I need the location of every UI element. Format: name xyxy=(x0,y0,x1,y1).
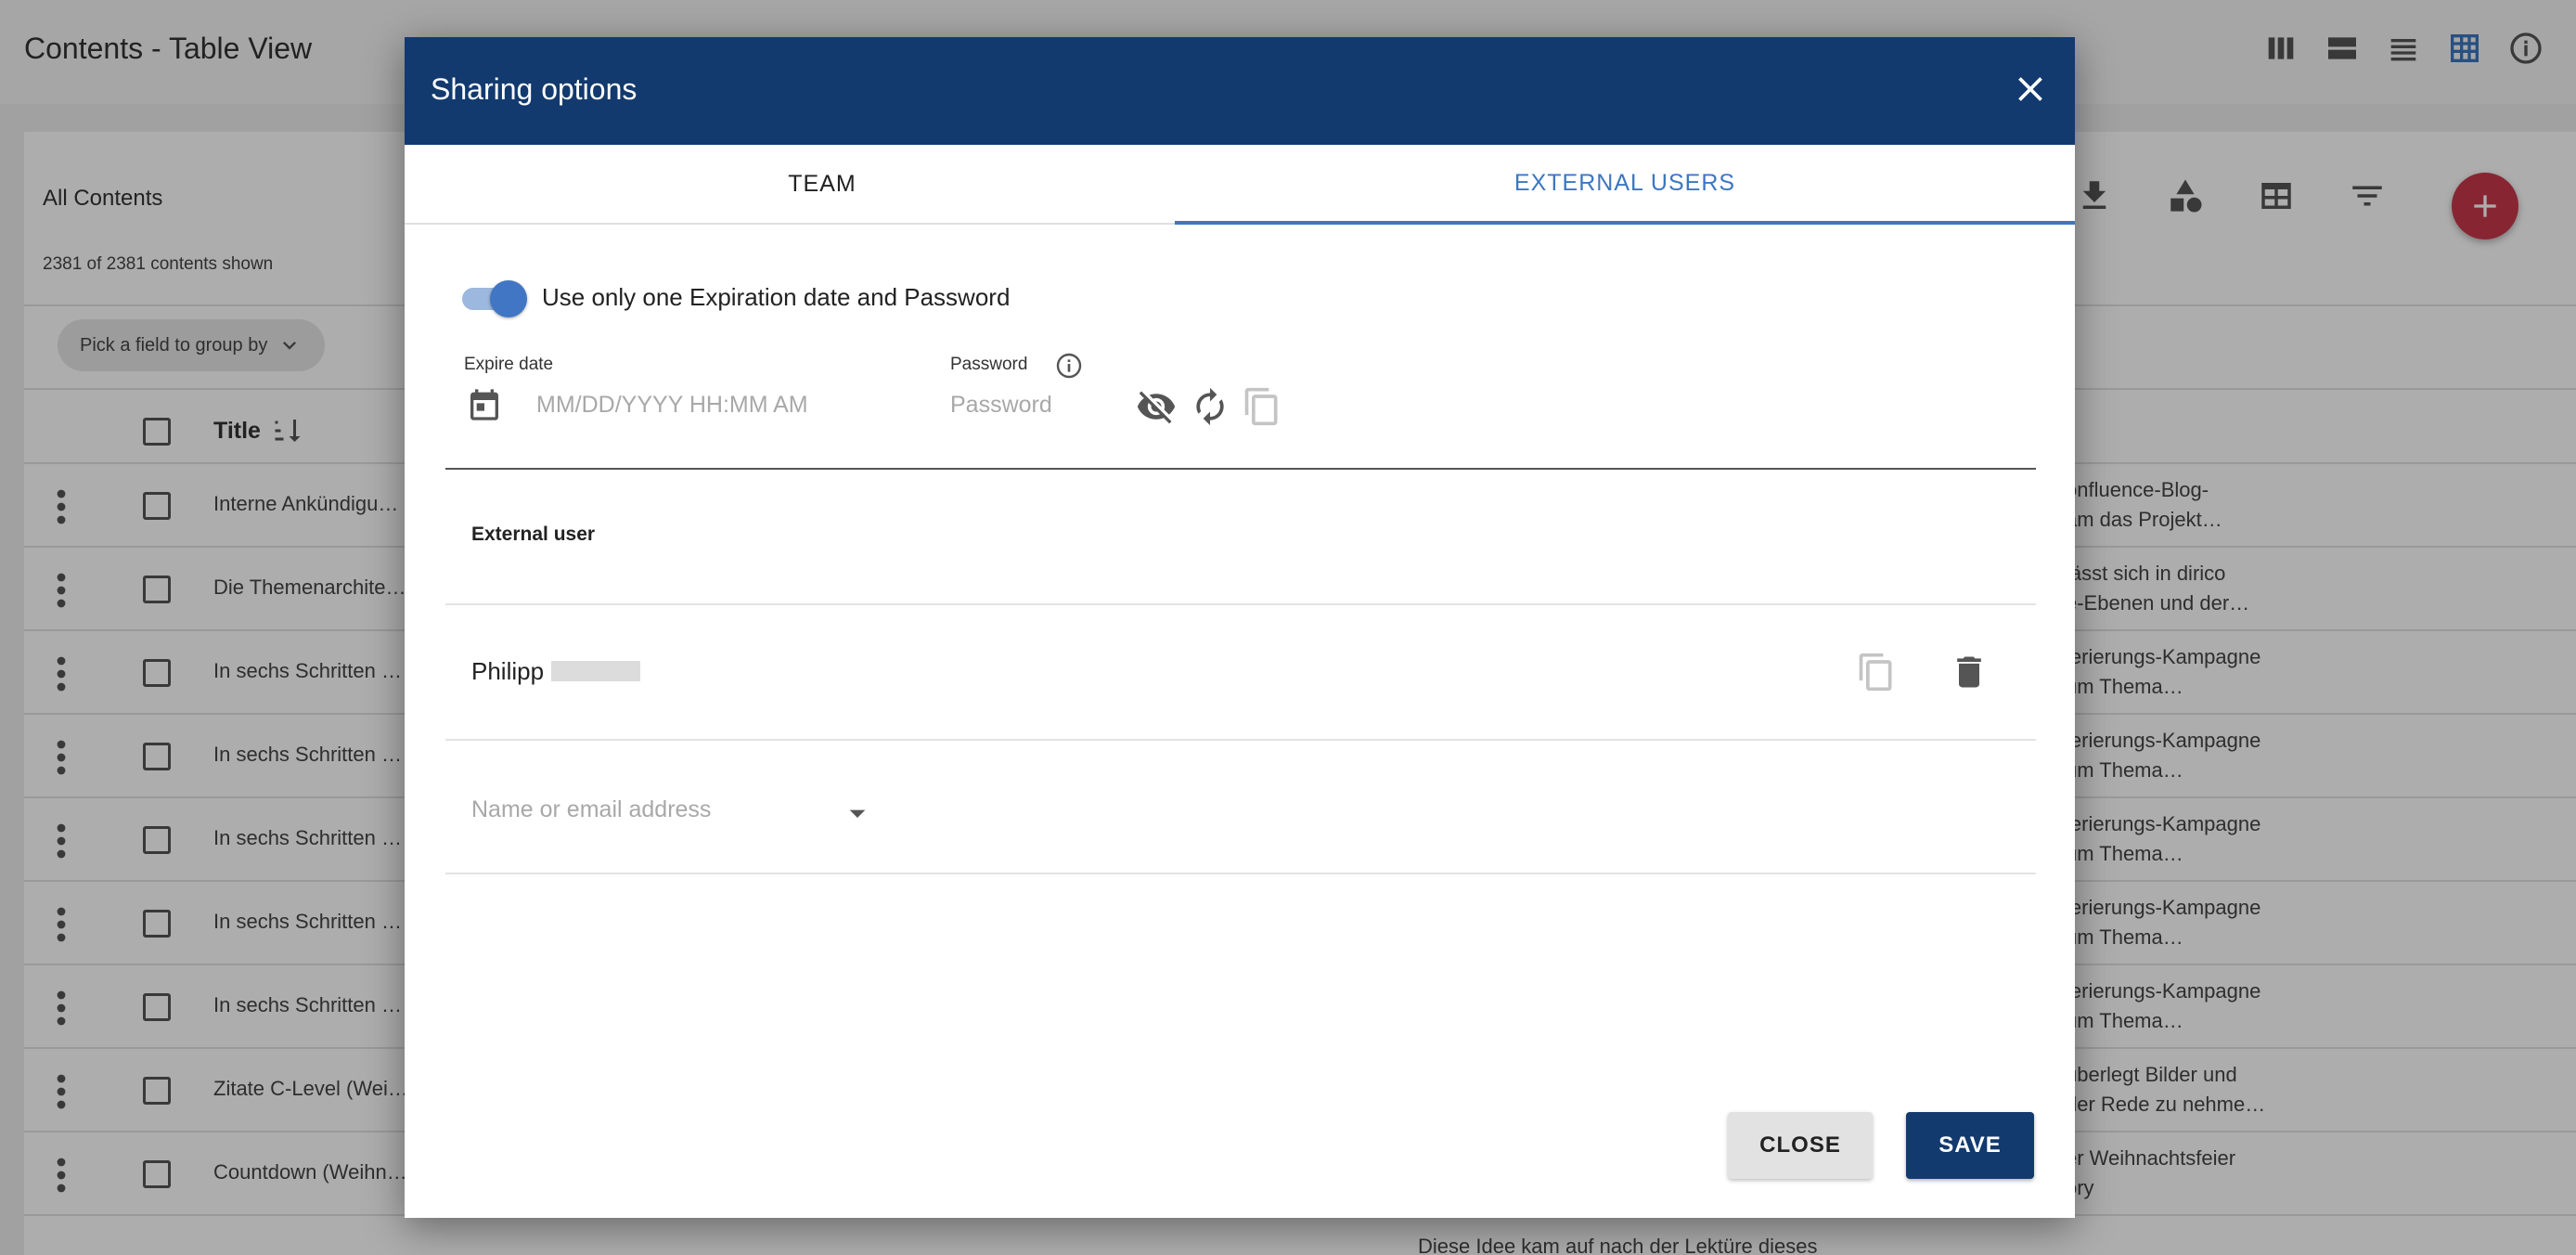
visibility-off-icon[interactable] xyxy=(1136,386,1177,427)
external-user-name: Philipp xyxy=(471,657,545,685)
sharing-options-dialog: Sharing options TEAM EXTERNAL USERS Use … xyxy=(405,37,2075,1218)
delete-icon[interactable] xyxy=(1949,652,1990,692)
divider xyxy=(445,603,2036,605)
password-label: Password xyxy=(950,355,1028,374)
name-or-email-input[interactable] xyxy=(471,791,824,828)
dropdown-arrow-icon[interactable] xyxy=(839,795,876,832)
close-button[interactable]: CLOSE xyxy=(1728,1112,1873,1179)
redacted-surname xyxy=(551,661,640,681)
external-user-header: External user xyxy=(471,524,596,545)
copy-link-icon[interactable] xyxy=(1856,652,1897,692)
dialog-header: Sharing options xyxy=(405,37,2075,145)
copy-password-icon[interactable] xyxy=(1242,386,1282,427)
save-button[interactable]: SAVE xyxy=(1906,1112,2034,1179)
expire-date-label: Expire date xyxy=(464,355,554,374)
calendar-icon[interactable] xyxy=(466,386,503,423)
toggle-label: Use only one Expiration date and Passwor… xyxy=(542,283,1011,311)
toggle-thumb xyxy=(490,280,527,317)
tab-external-users[interactable]: EXTERNAL USERS xyxy=(1175,145,2075,225)
dialog-title: Sharing options xyxy=(431,72,638,106)
section-divider xyxy=(445,468,2036,470)
divider xyxy=(445,873,2036,874)
close-icon[interactable] xyxy=(2010,69,2051,110)
tab-team[interactable]: TEAM xyxy=(405,145,1240,225)
expire-date-input[interactable] xyxy=(536,388,815,421)
password-info-icon[interactable] xyxy=(1054,351,1084,381)
regenerate-password-icon[interactable] xyxy=(1190,386,1230,427)
password-input[interactable] xyxy=(950,388,1117,421)
single-expiration-toggle[interactable] xyxy=(462,280,527,317)
divider xyxy=(445,739,2036,741)
dialog-tabs: TEAM EXTERNAL USERS xyxy=(405,145,2075,225)
